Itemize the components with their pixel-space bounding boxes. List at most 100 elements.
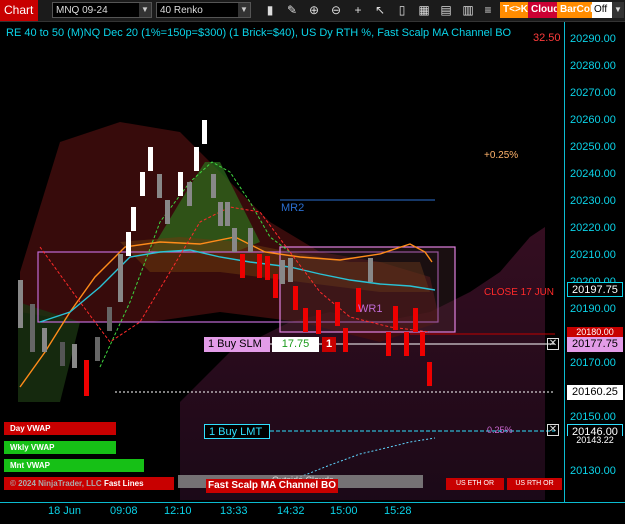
grid-icon[interactable]: ▦ — [416, 2, 432, 18]
price-tick: 20280.00 — [570, 60, 616, 72]
price-tag-197: 20197.75 — [567, 282, 623, 297]
renko-brick — [293, 286, 298, 310]
renko-brick — [427, 362, 432, 386]
time-axis[interactable] — [0, 502, 625, 524]
bar-chart-icon[interactable]: ▮ — [262, 2, 278, 18]
layout-icon[interactable]: ▥ — [460, 2, 476, 18]
renko-brick — [30, 328, 35, 352]
price-tick: 20240.00 — [570, 168, 616, 180]
buy-slm-offset[interactable]: 17.75 — [272, 337, 319, 352]
renko-brick — [187, 182, 192, 206]
buy-slm-order[interactable]: 1 Buy SLM — [204, 337, 270, 352]
draw-icon[interactable]: ✎ — [284, 2, 300, 18]
price-tick: 20260.00 — [570, 114, 616, 126]
indicator-icon[interactable]: ▯ — [394, 2, 410, 18]
price-tick: 20170.00 — [570, 357, 616, 369]
renko-brick — [42, 328, 47, 352]
renko-brick — [95, 337, 100, 361]
renko-brick — [265, 256, 270, 280]
time-tick: 12:10 — [164, 505, 192, 517]
price-tag-180: 20180.00 — [567, 327, 623, 337]
renko-brick — [248, 228, 253, 252]
time-tick: 15:00 — [330, 505, 358, 517]
price-tick: 20250.00 — [570, 141, 616, 153]
renko-brick — [386, 332, 391, 356]
renko-brick — [420, 332, 425, 356]
renko-brick — [118, 278, 123, 302]
renko-brick — [165, 200, 170, 224]
renko-brick — [257, 254, 262, 278]
price-tick: 20230.00 — [570, 195, 616, 207]
chevron-down-icon: ▼ — [238, 3, 250, 17]
renko-brick — [131, 207, 136, 231]
renko-brick — [303, 308, 308, 332]
channel-bo-label: Fast Scalp MA Channel BO — [206, 479, 338, 493]
renko-brick — [178, 172, 183, 196]
buy-slm-qty[interactable]: 1 — [322, 337, 336, 352]
price-tag-143: 20143.22 — [567, 436, 623, 445]
zoom-icon[interactable]: ⊕ — [306, 2, 322, 18]
price-tick: 20130.00 — [570, 465, 616, 477]
renko-brick — [316, 310, 321, 334]
time-tick: 09:08 — [110, 505, 138, 517]
buy-lmt-order[interactable]: 1 Buy LMT — [204, 424, 270, 439]
time-tick: 13:33 — [220, 505, 248, 517]
time-tick: 14:32 — [277, 505, 305, 517]
chevron-down-icon: ▼ — [139, 3, 151, 17]
price-tag-177: 20177.75 — [567, 337, 623, 352]
renko-brick — [18, 304, 23, 328]
close-icon[interactable]: ✕ — [547, 424, 559, 436]
barcol-toggle[interactable]: BarCol — [557, 2, 596, 18]
off-toggle[interactable]: Off — [592, 2, 612, 18]
renko-brick — [368, 258, 373, 282]
wkly-vwap-label: Wkly VWAP — [4, 441, 116, 454]
renko-brick — [225, 202, 230, 226]
renko-brick — [280, 260, 285, 284]
renko-brick — [343, 328, 348, 352]
renko-brick — [107, 307, 112, 331]
us-rth-label: US RTH OR — [507, 478, 562, 490]
mnt-vwap-label: Mnt VWAP — [4, 459, 144, 472]
renko-brick — [18, 280, 23, 304]
day-vwap-label: Day VWAP — [4, 422, 116, 435]
price-tick: 20290.00 — [570, 33, 616, 45]
chevron-down-icon[interactable]: ▼ — [612, 2, 624, 18]
chart-tab[interactable]: Chart — [0, 0, 38, 21]
price-tag-160: 20160.25 — [567, 385, 623, 400]
renko-brick — [273, 274, 278, 298]
price-tick: 20210.00 — [570, 249, 616, 261]
renko-brick — [157, 174, 162, 198]
cursor-icon[interactable]: ↖ — [372, 2, 388, 18]
price-tick: 20190.00 — [570, 303, 616, 315]
renko-brick — [72, 344, 77, 368]
bar-type-selector[interactable]: 40 Renko ▼ — [156, 2, 251, 18]
tk-toggle[interactable]: T<>K — [500, 2, 532, 18]
bar-type-value: 40 Renko — [160, 5, 203, 16]
zoom-out-icon[interactable]: ⊖ — [328, 2, 344, 18]
renko-brick — [84, 372, 89, 396]
renko-brick — [126, 232, 131, 256]
renko-brick — [288, 258, 293, 282]
crosshair-icon[interactable]: + — [350, 2, 366, 18]
renko-brick — [393, 306, 398, 330]
instrument-selector[interactable]: MNQ 09-24 ▼ — [52, 2, 152, 18]
fast-lines-label: © 2024 NinjaTrader, LLC Fast Lines — [4, 477, 174, 490]
time-tick: 18 Jun — [48, 505, 82, 517]
chart-title: RE 40 to 50 (M)NQ Dec 20 (1%=150p=$300) … — [6, 27, 512, 39]
wr1-label: WR1 — [358, 303, 383, 315]
renko-brick — [232, 228, 237, 252]
time-tick: 15:28 — [384, 505, 412, 517]
close-icon[interactable]: ✕ — [547, 338, 559, 350]
renko-brick — [211, 174, 216, 198]
price-tick: 20150.00 — [570, 411, 616, 423]
instrument-value: MNQ 09-24 — [56, 5, 108, 16]
us-eth-label: US ETH OR — [446, 478, 504, 490]
renko-brick — [30, 304, 35, 328]
close-label: CLOSE 17 JUN — [484, 287, 555, 298]
renko-brick — [218, 202, 223, 226]
price-tick: 20270.00 — [570, 87, 616, 99]
settings-icon[interactable]: ≡ — [480, 2, 496, 18]
pct-top-label: +0.25% — [484, 150, 519, 161]
properties-icon[interactable]: ▤ — [438, 2, 454, 18]
pct-bottom-label: 0.25% — [487, 425, 513, 435]
